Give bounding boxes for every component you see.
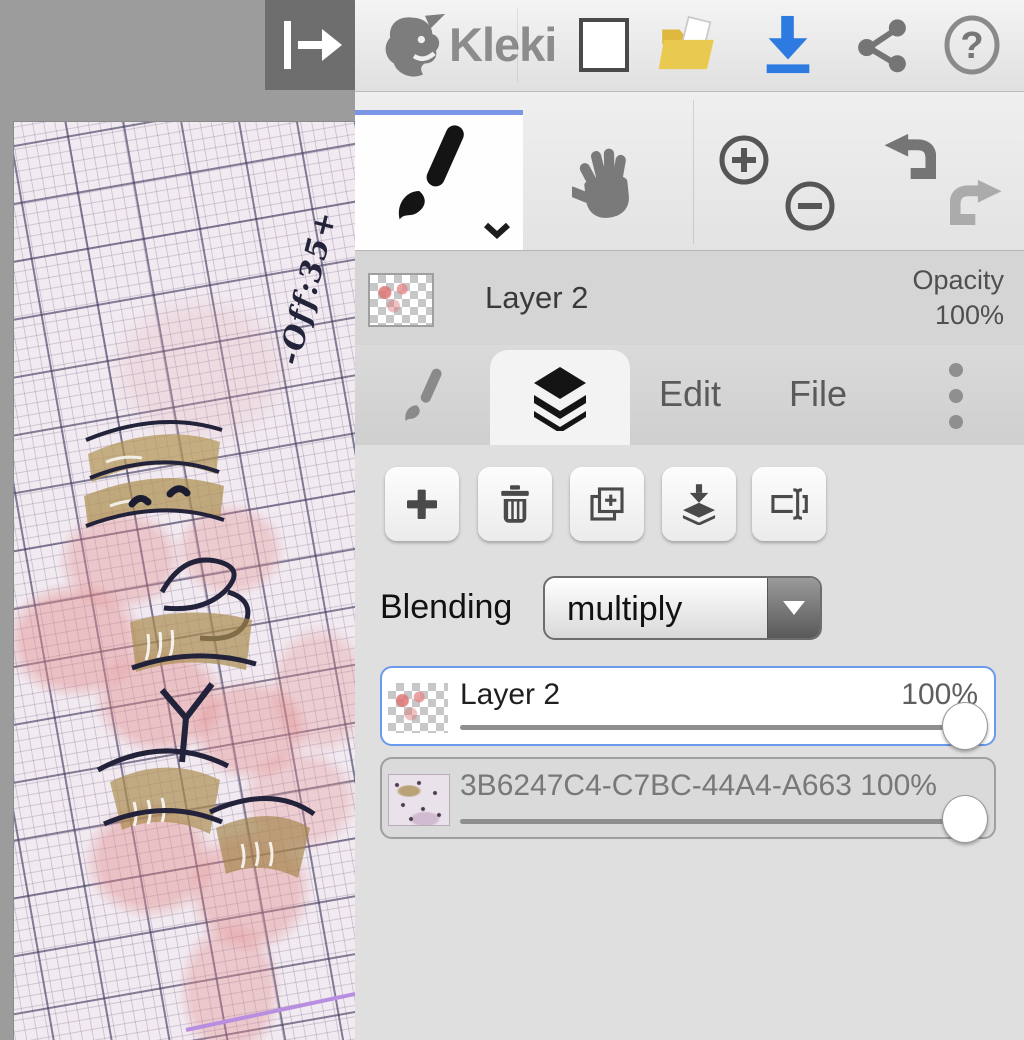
opacity-label: Opacity: [912, 265, 1004, 295]
collapse-panel-right-icon: [284, 21, 342, 69]
tab-bar: Edit File: [355, 345, 1024, 445]
undo-button[interactable]: [881, 132, 937, 188]
layers-icon: [534, 366, 586, 431]
new-image-icon: [579, 18, 629, 72]
download-button[interactable]: [757, 14, 819, 76]
layer-opacity-slider-knob[interactable]: [942, 702, 988, 750]
open-file-icon: [658, 15, 714, 70]
download-icon: [766, 15, 810, 74]
duplicate-layer-icon: [590, 487, 624, 521]
kebab-menu-icon[interactable]: [941, 363, 971, 429]
layer-name: Layer 2: [460, 678, 561, 711]
hand-tool-button[interactable]: [569, 140, 641, 224]
dropdown-arrow-icon: [767, 578, 820, 638]
brush-icon: [398, 125, 464, 220]
zoom-in-icon: [719, 135, 769, 185]
redo-icon: [950, 179, 1002, 225]
zoom-out-icon: [785, 181, 835, 231]
layer-thumbnail: [388, 774, 450, 826]
tab-layers[interactable]: [490, 350, 630, 445]
tab-brush[interactable]: [383, 363, 459, 433]
svg-text:?: ?: [960, 25, 983, 67]
tool-row: [355, 92, 1024, 251]
new-image-button[interactable]: [573, 14, 635, 76]
opacity-readout: Opacity 100%: [912, 263, 1004, 333]
undo-icon: [884, 133, 936, 179]
collapse-panel-button[interactable]: [265, 0, 355, 90]
layer-opacity-slider[interactable]: [460, 819, 978, 824]
brush-tool-button[interactable]: [355, 110, 523, 250]
active-layer-thumbnail: [368, 273, 434, 327]
side-panel: Kleki ? Layer 2 Opacity 100% Edit File B…: [355, 0, 1024, 1040]
tab-file[interactable]: File: [789, 373, 847, 415]
share-button[interactable]: [851, 14, 913, 76]
blending-value: multiply: [567, 590, 683, 628]
layers-panel: Blending multiply Layer 2 100% 3B6247C4-…: [355, 445, 1024, 1040]
kleki-app: -Off:35+ Kleki ? Layer 2 Opacity 100% Ed…: [0, 0, 1024, 1040]
layer-name: 3B6247C4-C7BC-44A4-A663 100%: [460, 769, 937, 802]
zoom-out-button[interactable]: [782, 178, 838, 234]
layer-row-1[interactable]: 3B6247C4-C7BC-44A4-A663 100%: [380, 757, 996, 843]
zoom-in-button[interactable]: [716, 132, 772, 188]
app-title: Kleki: [449, 18, 557, 71]
duplicate-layer-button[interactable]: [570, 467, 644, 541]
layer-thumbnail: [388, 683, 448, 733]
add-layer-icon: [407, 489, 437, 519]
redo-button[interactable]: [949, 178, 1005, 234]
rename-layer-icon: [771, 488, 808, 520]
merge-down-button[interactable]: [662, 467, 736, 541]
blending-label: Blending: [380, 588, 513, 626]
delete-layer-icon: [501, 485, 529, 523]
help-icon: ?: [944, 15, 1000, 75]
hand-icon: [572, 148, 629, 218]
layer-row-2[interactable]: Layer 2 100%: [380, 666, 996, 750]
active-layer-info: Layer 2 Opacity 100%: [355, 251, 1024, 345]
canvas-workspace[interactable]: -Off:35+: [0, 0, 356, 1040]
topbar-divider: [517, 8, 518, 82]
delete-layer-button[interactable]: [478, 467, 552, 541]
merge-down-icon: [682, 484, 716, 525]
layer-opacity-slider-knob[interactable]: [942, 795, 988, 843]
rename-layer-button[interactable]: [752, 467, 826, 541]
active-layer-name: Layer 2: [485, 280, 589, 315]
layer-opacity-slider[interactable]: [460, 725, 978, 730]
blending-select[interactable]: multiply: [543, 576, 822, 640]
add-layer-button[interactable]: [385, 467, 459, 541]
brush-icon: [405, 368, 442, 422]
opacity-value: 100%: [934, 300, 1004, 330]
open-file-button[interactable]: [657, 14, 719, 76]
toolrow-divider: [693, 100, 694, 244]
kleki-logo-icon: [385, 13, 446, 77]
top-bar: Kleki ?: [355, 0, 1024, 92]
canvas[interactable]: -Off:35+: [13, 121, 356, 1040]
help-button[interactable]: ?: [941, 14, 1003, 76]
tab-edit[interactable]: Edit: [659, 373, 721, 415]
share-icon: [858, 19, 906, 73]
chevron-down-icon: [483, 222, 511, 240]
